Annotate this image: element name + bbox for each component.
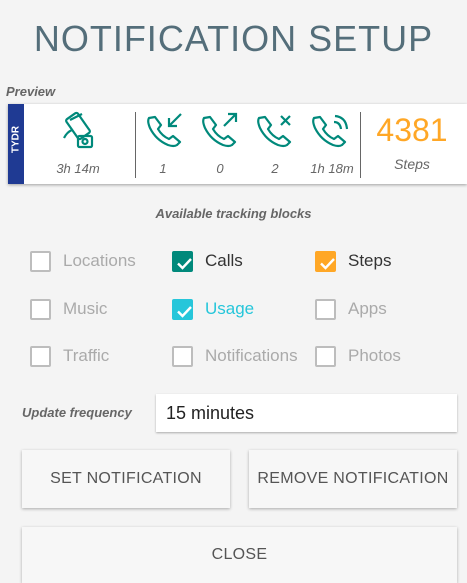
rejected-calls-count: 2 xyxy=(271,161,279,176)
checkbox-steps[interactable]: Steps xyxy=(315,249,391,273)
incoming-call-icon xyxy=(143,110,187,150)
checkbox-label: Apps xyxy=(348,299,387,318)
divider xyxy=(360,112,361,178)
checkbox-usage[interactable]: Usage xyxy=(172,297,254,321)
checkbox-box[interactable] xyxy=(30,345,51,367)
tracking-blocks-heading: Available tracking blocks xyxy=(155,206,312,221)
update-frequency-select[interactable]: 15 minutes xyxy=(156,394,457,432)
set-notification-button[interactable]: SET NOTIFICATION xyxy=(22,450,230,508)
checkbox-box[interactable] xyxy=(172,298,193,320)
checkbox-label: Usage xyxy=(205,299,255,318)
brand-label: TYDR xyxy=(10,125,22,154)
check-icon xyxy=(320,257,335,270)
checkbox-box[interactable] xyxy=(30,250,51,272)
preview-label: Preview xyxy=(6,84,56,99)
checkbox-label: Steps xyxy=(348,251,392,270)
checkbox-label: Notifications xyxy=(205,346,298,365)
steps-label: Steps xyxy=(394,156,430,172)
brand-strip: TYDR xyxy=(8,104,24,184)
missed-calls-count: 1 xyxy=(159,161,167,176)
checkbox-label: Traffic xyxy=(63,346,110,365)
checkbox-label: Calls xyxy=(205,251,243,270)
checkbox-box[interactable] xyxy=(172,345,193,367)
update-frequency-label: Update frequency xyxy=(22,405,132,420)
screen-time-value: 3h 14m xyxy=(56,161,100,176)
page-title: NOTIFICATION SETUP xyxy=(33,18,434,59)
divider xyxy=(135,112,136,178)
notification-preview: TYDR 3h 14m 1 0 2 1h 18m 4381 Steps xyxy=(8,104,467,184)
checkbox-label: Locations xyxy=(63,251,136,270)
check-icon xyxy=(177,257,192,270)
checkbox-box[interactable] xyxy=(172,250,193,272)
checkbox-box[interactable] xyxy=(30,298,51,320)
checkbox-apps[interactable]: Apps xyxy=(315,297,387,321)
call-duration-value: 1h 18m xyxy=(310,161,354,176)
check-icon xyxy=(177,305,192,318)
outgoing-calls-count: 0 xyxy=(216,161,224,176)
checkbox-box[interactable] xyxy=(315,250,336,272)
remove-notification-button[interactable]: REMOVE NOTIFICATION xyxy=(249,450,457,508)
checkbox-box[interactable] xyxy=(315,298,336,320)
outgoing-call-icon xyxy=(198,110,242,150)
checkbox-music[interactable]: Music xyxy=(30,297,107,321)
call-duration-icon xyxy=(308,110,352,150)
checkbox-label: Photos xyxy=(348,346,401,365)
update-frequency-value: 15 minutes xyxy=(166,403,255,423)
steps-value: 4381 xyxy=(376,112,448,148)
checkbox-photos[interactable]: Photos xyxy=(315,344,401,368)
phone-screen-icon xyxy=(58,110,102,150)
checkbox-box[interactable] xyxy=(315,345,336,367)
checkbox-label: Music xyxy=(63,299,108,318)
checkbox-locations[interactable]: Locations xyxy=(30,249,136,273)
checkbox-calls[interactable]: Calls xyxy=(172,249,243,273)
missed-call-icon xyxy=(253,110,297,150)
checkbox-traffic[interactable]: Traffic xyxy=(30,344,109,368)
checkbox-notifications[interactable]: Notifications xyxy=(172,344,298,368)
close-button[interactable]: CLOSE xyxy=(22,527,457,583)
